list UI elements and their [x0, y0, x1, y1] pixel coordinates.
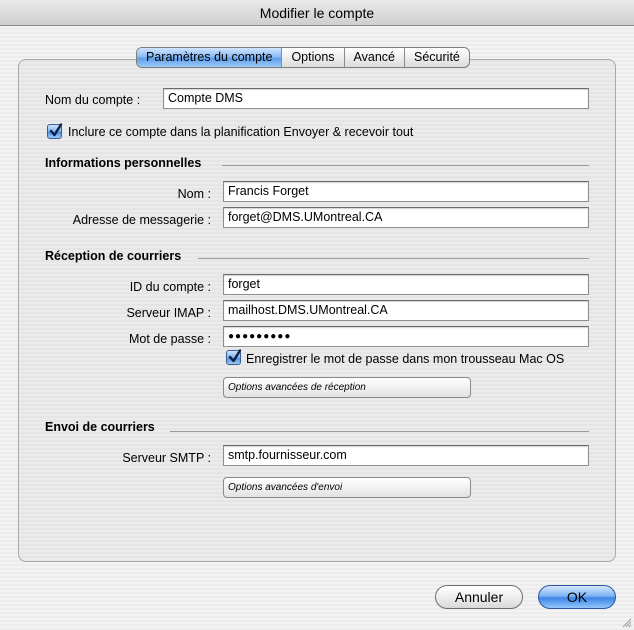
tab-advanced[interactable]: Avancé	[343, 48, 404, 67]
checkmark-icon	[49, 123, 63, 137]
tab-security[interactable]: Sécurité	[404, 48, 469, 67]
imap-server-label: Serveur IMAP :	[126, 306, 211, 320]
account-name-input[interactable]: Compte DMS	[163, 88, 589, 109]
section-outgoing-mail: Envoi de courriers	[45, 420, 155, 434]
email-label: Adresse de messagerie :	[72, 213, 211, 227]
account-id-input[interactable]: forget	[223, 274, 589, 295]
name-input[interactable]: Francis Forget	[223, 181, 589, 202]
smtp-server-label: Serveur SMTP :	[122, 451, 211, 465]
ok-button[interactable]: OK	[538, 585, 616, 609]
section-divider	[222, 165, 589, 166]
tab-options[interactable]: Options	[281, 48, 343, 67]
save-password-keychain-label: Enregistrer le mot de passe dans mon tro…	[246, 352, 565, 366]
checkmark-icon	[228, 349, 242, 363]
include-schedule-label: Inclure ce compte dans la planification …	[68, 125, 414, 139]
cancel-button[interactable]: Annuler	[435, 585, 523, 609]
save-password-keychain-checkbox[interactable]	[226, 349, 242, 365]
section-incoming-mail: Réception de courriers	[45, 249, 182, 263]
account-name-label: Nom du compte :	[45, 93, 141, 107]
section-personal-info: Informations personnelles	[45, 156, 202, 170]
password-label: Mot de passe :	[129, 332, 211, 346]
account-id-label: ID du compte :	[129, 280, 211, 294]
section-divider	[170, 431, 589, 432]
resize-grip-icon[interactable]	[621, 617, 632, 628]
email-input[interactable]: forget@DMS.UMontreal.CA	[223, 207, 589, 228]
password-input[interactable]: ●●●●●●●●●	[223, 326, 589, 347]
window-title: Modifier le compte	[0, 0, 634, 26]
name-label: Nom :	[177, 187, 211, 201]
include-schedule-checkbox[interactable]	[47, 123, 63, 139]
imap-server-input[interactable]: mailhost.DMS.UMontreal.CA	[223, 300, 589, 321]
advanced-incoming-options-button[interactable]: Options avancées de réception	[223, 377, 471, 398]
advanced-outgoing-options-button[interactable]: Options avancées d'envoi	[223, 477, 471, 498]
tab-bar: Paramètres du compte Options Avancé Sécu…	[136, 47, 470, 68]
section-divider	[198, 258, 589, 259]
smtp-server-input[interactable]: smtp.fournisseur.com	[223, 445, 589, 466]
tab-account-settings[interactable]: Paramètres du compte	[137, 48, 282, 67]
